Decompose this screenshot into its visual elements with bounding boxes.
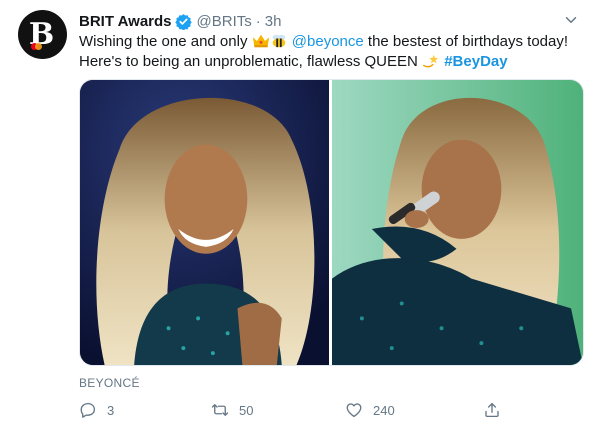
avatar-badge-icon bbox=[31, 43, 43, 51]
photo-right[interactable] bbox=[332, 80, 583, 365]
media-source-label: BEYONCÉ bbox=[79, 376, 140, 390]
share-button[interactable] bbox=[483, 398, 501, 422]
dizzy-star-icon bbox=[423, 54, 439, 68]
photo-right-image bbox=[332, 80, 583, 365]
timestamp[interactable]: 3h bbox=[265, 13, 282, 30]
retweet-button[interactable]: 50 bbox=[211, 398, 253, 422]
photo-left-image bbox=[80, 80, 329, 365]
reply-button[interactable]: 3 bbox=[79, 398, 114, 422]
reply-icon bbox=[80, 402, 96, 418]
avatar[interactable]: B bbox=[18, 10, 67, 59]
tweet-header: BRIT Awards @BRITs · 3h bbox=[79, 11, 281, 31]
mention-link[interactable]: @beyonce bbox=[292, 33, 364, 50]
photo-left[interactable] bbox=[80, 80, 332, 365]
retweet-icon bbox=[211, 404, 229, 416]
chevron-down-icon[interactable] bbox=[562, 11, 580, 29]
hashtag-link[interactable]: #BeyDay bbox=[444, 53, 507, 70]
verified-badge-icon bbox=[174, 13, 192, 30]
like-count: 240 bbox=[373, 402, 395, 418]
reply-count: 3 bbox=[107, 402, 115, 418]
like-button[interactable]: 240 bbox=[345, 398, 395, 422]
retweet-count: 50 bbox=[239, 402, 254, 418]
tweet-text: Wishing the one and only @beyonce the be… bbox=[79, 32, 584, 72]
tweet-card[interactable]: B BRIT Awards @BRITs · 3h Wishing the on… bbox=[0, 0, 594, 427]
tweet-text-segment: Here's to being an unproblematic, flawle… bbox=[79, 53, 423, 70]
media-gallery[interactable] bbox=[79, 79, 584, 366]
tweet-actions: 3 50 240 bbox=[79, 398, 584, 422]
heart-icon bbox=[346, 403, 362, 418]
crown-icon bbox=[252, 34, 269, 48]
tweet-text-segment: the bestest of birthdays today! bbox=[363, 33, 569, 50]
header-separator: · bbox=[255, 12, 261, 30]
bee-icon bbox=[272, 34, 285, 48]
share-icon bbox=[485, 402, 499, 418]
display-name[interactable]: BRIT Awards bbox=[79, 13, 172, 30]
user-handle[interactable]: @BRITs bbox=[197, 13, 252, 30]
tweet-text-segment: Wishing the one and only bbox=[79, 33, 252, 50]
